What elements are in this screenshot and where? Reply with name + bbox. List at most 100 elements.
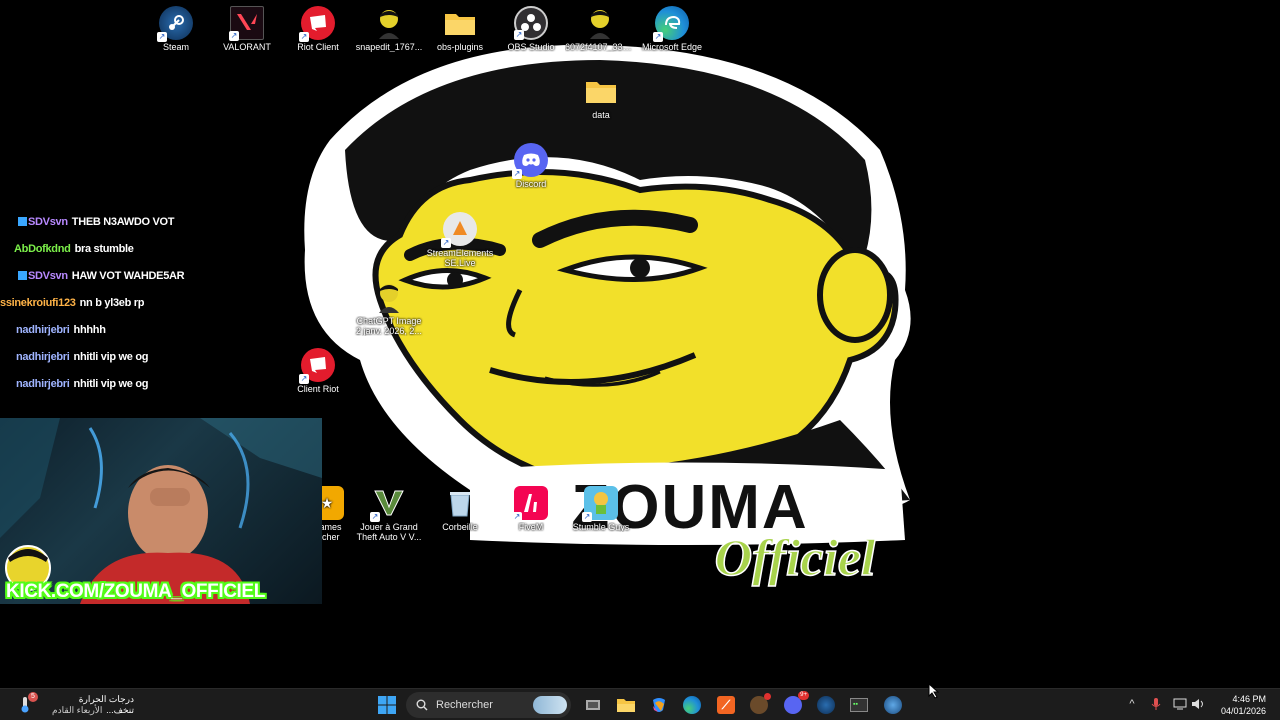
- chat-text: hhhhh: [73, 323, 106, 336]
- weather-badge: 5: [28, 692, 38, 702]
- chat-text: HAW VOT WAHDE5AR: [71, 269, 185, 282]
- desktop-icon-client-riot[interactable]: ↗ Client Riot: [283, 348, 353, 394]
- desktop-icon-microsoft-edge[interactable]: ↗ Microsoft Edge: [637, 6, 707, 52]
- desktop-icon-riot-client[interactable]: ↗ Riot Client: [283, 6, 353, 52]
- chat-message: ssinekroiufi123 nn b yl3eb rp: [0, 289, 200, 316]
- riot-client-icon: ↗: [299, 348, 335, 384]
- chat-message: nadhirjebri hhhhh: [0, 316, 200, 343]
- taskbar-edge[interactable]: [678, 693, 706, 717]
- mouse-cursor: [928, 682, 940, 704]
- chat-message: SDVsvn THEB N3AWDO VOT: [0, 208, 200, 235]
- search-box[interactable]: Rechercher: [406, 692, 571, 718]
- chat-text: THEB N3AWDO VOT: [71, 215, 175, 228]
- fivem-icon: ⟋: [717, 696, 735, 714]
- task-view-icon: [586, 700, 600, 710]
- chat-username: ssinekroiufi123: [0, 296, 76, 309]
- chat-message: AbDofkdnd bra stumble: [0, 235, 200, 262]
- edge-icon: [683, 696, 701, 714]
- weather-text-2: الأربعاء القادم: [52, 705, 103, 715]
- system-clock[interactable]: 4:46 PM 04/01/2026: [1221, 693, 1266, 717]
- desktop-icon-obs-plugins[interactable]: obs-plugins: [425, 6, 495, 52]
- desktop-icon-recycle-bin[interactable]: Corbeille: [425, 486, 495, 532]
- desktop: ZOUMA Officiel ↗ Steam ↗ VALORANT ↗ Riot…: [0, 0, 1280, 688]
- copilot-icon: [653, 698, 665, 712]
- file-explorer-icon: [617, 699, 635, 712]
- desktop-icon-fivem[interactable]: ↗ FiveM: [496, 486, 566, 532]
- desktop-icon-obs-studio[interactable]: ↗ OBS Studio: [496, 6, 566, 52]
- desktop-icon-image-6072[interactable]: 6072f4107_337...: [565, 6, 635, 52]
- discord-icon: 9+: [784, 691, 809, 714]
- webcam-feed: [0, 418, 322, 604]
- chat-text: bra stumble: [74, 242, 134, 255]
- image-file-icon: [583, 6, 617, 40]
- taskbar-discord[interactable]: 9+: [779, 691, 809, 717]
- taskbar-steam[interactable]: [812, 693, 840, 717]
- kick-channel-banner: KICK.COM/ZOUMA_OFFICIEL: [6, 581, 265, 602]
- gta-v-icon: ↗: [370, 486, 406, 522]
- desktop-icon-data[interactable]: data: [566, 74, 636, 120]
- discord-icon: ↗: [512, 143, 548, 179]
- desktop-icon-steam[interactable]: ↗ Steam: [141, 6, 211, 52]
- folder-icon: [584, 74, 618, 108]
- search-icon: [416, 699, 428, 711]
- clock-time: 4:46 PM: [1232, 694, 1266, 704]
- desktop-icon-chatgpt-image[interactable]: ChatGPT Image 2 janv. 2026, 2...: [354, 280, 424, 336]
- wallpaper-subbrand: Officiel: [715, 530, 876, 587]
- riot-client-icon: ↗: [299, 6, 335, 42]
- streamelements-icon: ↗: [441, 212, 477, 248]
- taskbar-app-character[interactable]: [745, 693, 773, 717]
- tray-chevron-up-icon[interactable]: ^: [1124, 696, 1140, 712]
- obs-icon: ↗: [514, 6, 548, 40]
- image-file-icon: [372, 6, 406, 40]
- stumble-guys-icon: ↗: [582, 486, 618, 522]
- discord-badge: 9+: [798, 691, 809, 700]
- steam-icon: [884, 696, 902, 714]
- taskbar-file-explorer[interactable]: [612, 693, 640, 717]
- chat-username: SDVsvn: [28, 269, 68, 282]
- stream-chat-overlay: SDVsvn THEB N3AWDO VOT AbDofkdnd bra stumbl…: [0, 208, 200, 397]
- fivem-icon: ↗: [512, 486, 548, 522]
- desktop-icon-streamelements[interactable]: ↗ StreamElements SE.Live: [425, 212, 495, 268]
- search-highlight-icon: [533, 696, 567, 714]
- steam-icon: [817, 696, 835, 714]
- chat-badge-icon: [18, 217, 27, 226]
- clock-date: 04/01/2026: [1220, 706, 1266, 716]
- desktop-icon-snapedit[interactable]: snapedit_1767...: [354, 6, 424, 52]
- windows-icon: [378, 696, 396, 714]
- microphone-icon[interactable]: [1148, 696, 1164, 712]
- taskbar-terminal[interactable]: ▪▪: [845, 693, 873, 717]
- webcam-image: [0, 418, 322, 604]
- chat-text: nhitli vip we og: [73, 350, 149, 363]
- chat-username: nadhirjebri: [16, 377, 70, 390]
- chat-message: SDVsvn HAW VOT WAHDE5AR: [0, 262, 200, 289]
- desktop-icon-discord[interactable]: ↗ Discord: [496, 143, 566, 189]
- recycle-bin-icon: [443, 486, 477, 520]
- image-file-icon: [372, 280, 406, 314]
- desktop-icon-stumble-guys[interactable]: ↗ Stumble Guys: [566, 486, 636, 532]
- volume-icon[interactable]: [1190, 696, 1206, 712]
- task-view-button[interactable]: [579, 693, 607, 717]
- chat-username: nadhirjebri: [16, 350, 70, 363]
- taskbar-steam-2[interactable]: [879, 693, 907, 717]
- terminal-icon: ▪▪: [850, 698, 868, 712]
- edge-icon: ↗: [653, 6, 689, 42]
- chat-badge-icon: [18, 271, 27, 280]
- network-icon[interactable]: [1172, 696, 1188, 712]
- chat-username: AbDofkdnd: [14, 242, 71, 255]
- chat-text: nhitli vip we og: [73, 377, 149, 390]
- taskbar: 5 درجات الحرارة تنخف... الأربعاء القادم …: [0, 682, 1280, 720]
- steam-icon: ↗: [157, 6, 193, 42]
- search-placeholder: Rechercher: [436, 699, 493, 711]
- taskbar-fivem[interactable]: ⟋: [712, 693, 740, 717]
- desktop-icon-valorant[interactable]: ↗ VALORANT: [212, 6, 282, 52]
- chat-username: nadhirjebri: [16, 323, 70, 336]
- valorant-icon: ↗: [229, 6, 264, 41]
- start-button[interactable]: [373, 693, 401, 717]
- chat-username: SDVsvn: [28, 215, 68, 228]
- character-app-icon: [750, 693, 771, 714]
- folder-icon: [443, 6, 477, 40]
- chat-message: nadhirjebri nhitli vip we og: [0, 343, 200, 370]
- weather-widget[interactable]: 5 درجات الحرارة تنخف... الأربعاء القادم: [14, 691, 134, 719]
- desktop-icon-gta-v[interactable]: ↗ Jouer à Grand Theft Auto V V...: [354, 486, 424, 542]
- taskbar-copilot[interactable]: [645, 693, 673, 717]
